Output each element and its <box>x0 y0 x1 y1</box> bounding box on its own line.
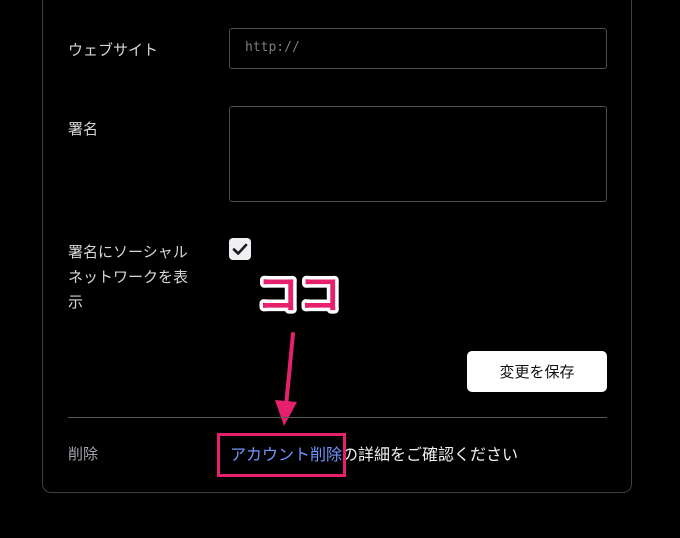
callout-text: ココ <box>257 270 341 319</box>
signature-label: 署名 <box>68 120 99 138</box>
show-signature-label-line-2: ネットワークを表 <box>68 268 189 286</box>
save-button[interactable]: 変更を保存 <box>467 351 607 392</box>
section-divider <box>68 417 607 418</box>
arrow-icon <box>275 332 297 426</box>
website-input[interactable]: http:// <box>229 28 607 69</box>
show-signature-checkbox[interactable] <box>229 238 251 260</box>
signature-textarea[interactable] <box>229 106 607 202</box>
website-placeholder: http:// <box>245 40 300 55</box>
website-label: ウェブサイト <box>68 41 159 59</box>
checkmark-icon <box>232 243 248 255</box>
show-signature-label-line-1: 署名にソーシャル <box>68 243 188 261</box>
highlight-box <box>217 433 346 477</box>
delete-description-suffix: の詳細をご確認ください <box>342 445 519 464</box>
delete-label: 削除 <box>68 445 99 463</box>
show-signature-label-line-3: 示 <box>68 293 84 311</box>
show-signature-label: 署名にソーシャル ネットワークを表 示 <box>68 240 188 315</box>
callout-label: ココ <box>254 267 344 323</box>
